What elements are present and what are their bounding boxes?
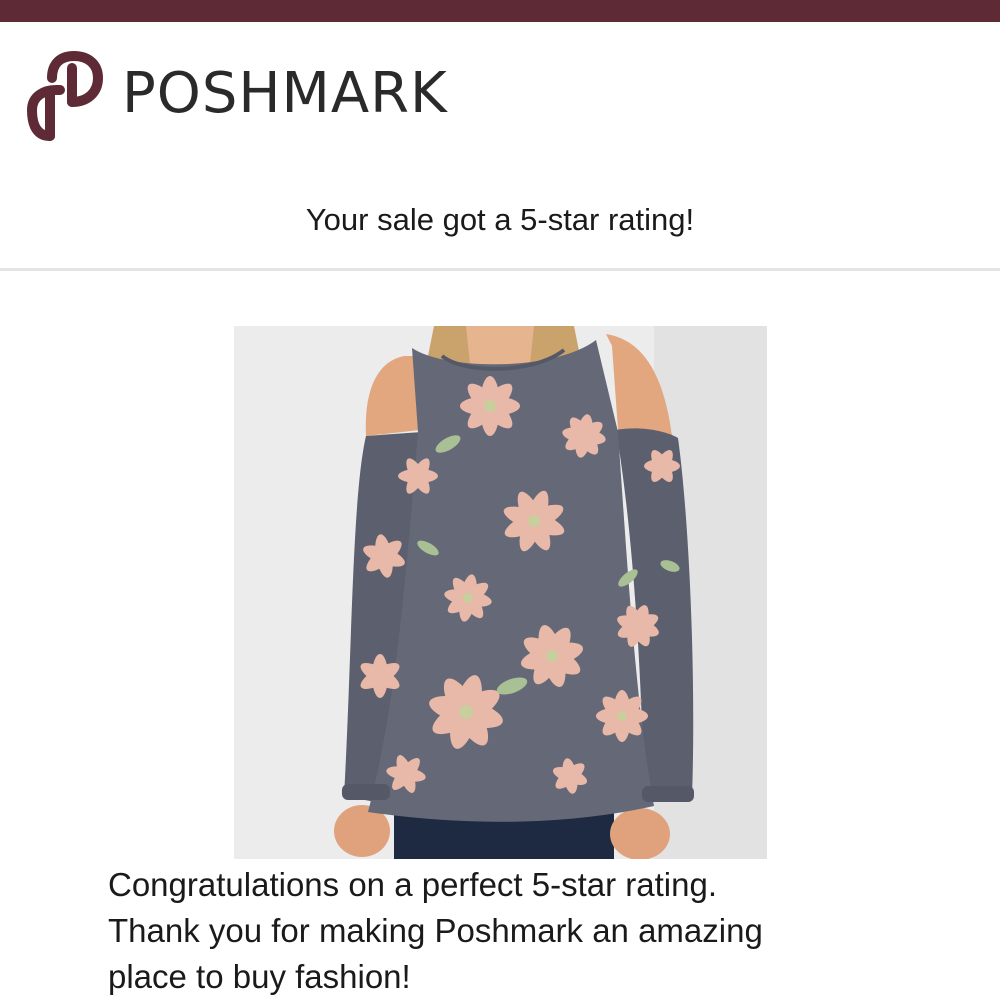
- message-line: place to buy fashion!: [108, 958, 411, 995]
- brand-top-bar: [0, 0, 1000, 22]
- poshmark-wordmark: POSHMARK: [122, 61, 448, 126]
- poshmark-logo-icon: [26, 50, 106, 142]
- product-photo[interactable]: [234, 326, 767, 859]
- email-header: POSHMARK: [0, 22, 1000, 160]
- message-line: Congratulations on a perfect 5-star rati…: [108, 866, 718, 903]
- email-message: Congratulations on a perfect 5-star rati…: [108, 862, 948, 1000]
- message-line: Thank you for making Poshmark an amazing: [108, 912, 763, 949]
- email-subject: Your sale got a 5-star rating!: [305, 202, 695, 237]
- header-divider: [0, 268, 1000, 271]
